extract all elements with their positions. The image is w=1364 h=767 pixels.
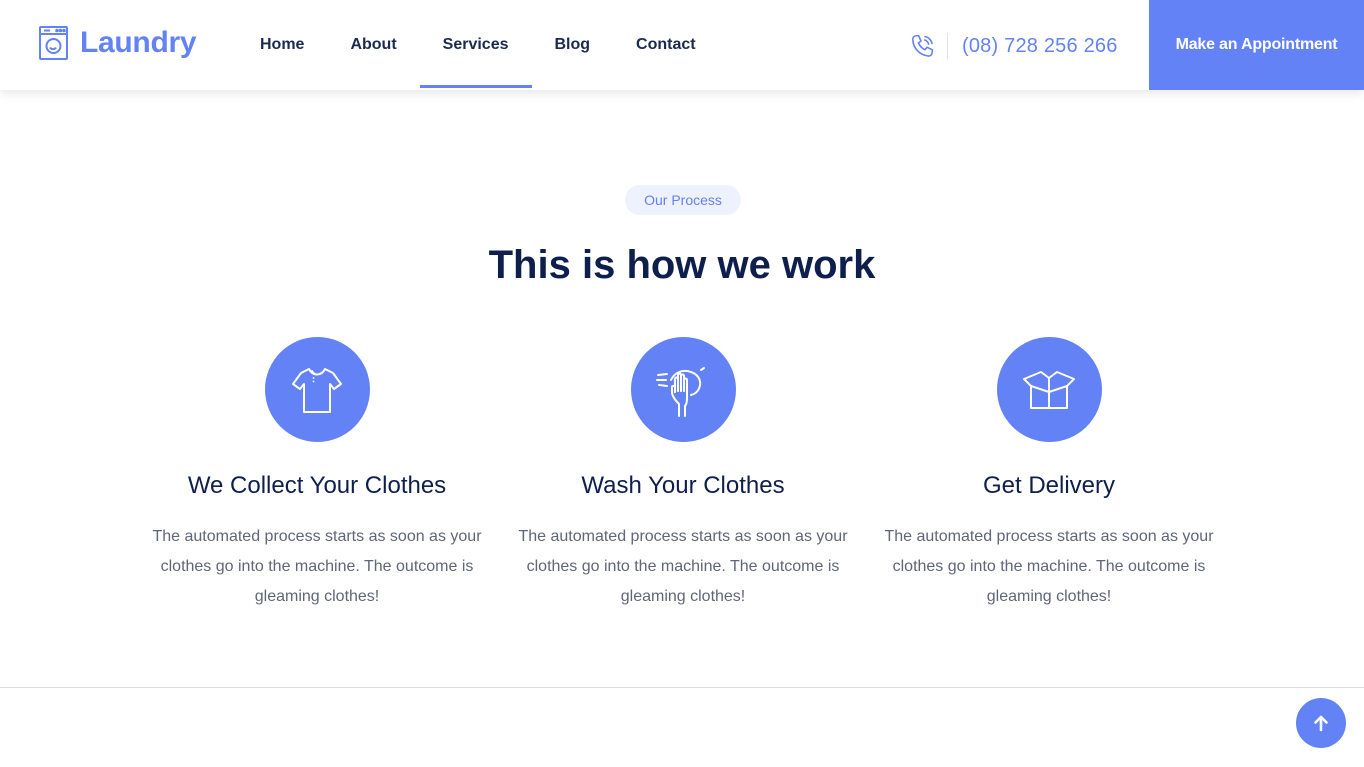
process-step-collect: We Collect Your Clothes The automated pr… bbox=[142, 337, 492, 612]
box-icon bbox=[1023, 370, 1075, 409]
section-divider bbox=[0, 687, 1364, 688]
make-appointment-button[interactable]: Make an Appointment bbox=[1149, 0, 1364, 90]
step-icon-circle bbox=[996, 337, 1102, 442]
nav-contact[interactable]: Contact bbox=[613, 0, 719, 90]
nav-about[interactable]: About bbox=[327, 0, 419, 90]
step-title: Wash Your Clothes bbox=[581, 472, 785, 499]
site-header: Laundry Home About Services Blog Contact… bbox=[0, 0, 1364, 90]
phone-divider bbox=[947, 33, 948, 59]
phone-contact[interactable]: (08) 728 256 266 bbox=[909, 30, 1118, 62]
arrow-up-icon bbox=[1314, 715, 1328, 732]
hand-wash-icon bbox=[656, 366, 705, 417]
phone-icon bbox=[911, 34, 934, 57]
scroll-to-top-button[interactable] bbox=[1296, 698, 1346, 748]
nav-home[interactable]: Home bbox=[237, 0, 327, 90]
step-icon-circle bbox=[264, 337, 370, 442]
section-badge: Our Process bbox=[625, 185, 741, 215]
brand-name: Laundry bbox=[80, 26, 197, 59]
step-icon-circle bbox=[630, 337, 736, 442]
section-title: This is how we work bbox=[488, 243, 876, 287]
logo[interactable]: Laundry bbox=[39, 25, 197, 61]
step-description: The automated process starts as soon as … bbox=[518, 528, 848, 605]
process-step-delivery: Get Delivery The automated process start… bbox=[874, 337, 1224, 612]
step-title: We Collect Your Clothes bbox=[187, 472, 447, 499]
step-description: The automated process starts as soon as … bbox=[884, 528, 1214, 605]
phone-number: (08) 728 256 266 bbox=[962, 34, 1118, 57]
step-title: Get Delivery bbox=[982, 472, 1116, 499]
main-nav: Home About Services Blog Contact bbox=[237, 0, 719, 90]
nav-services[interactable]: Services bbox=[419, 0, 532, 90]
process-step-wash: Wash Your Clothes The automated process … bbox=[508, 337, 858, 612]
nav-blog[interactable]: Blog bbox=[532, 0, 614, 90]
step-description: The automated process starts as soon as … bbox=[152, 528, 482, 605]
washing-machine-icon bbox=[39, 26, 68, 60]
tshirt-icon bbox=[292, 367, 342, 413]
